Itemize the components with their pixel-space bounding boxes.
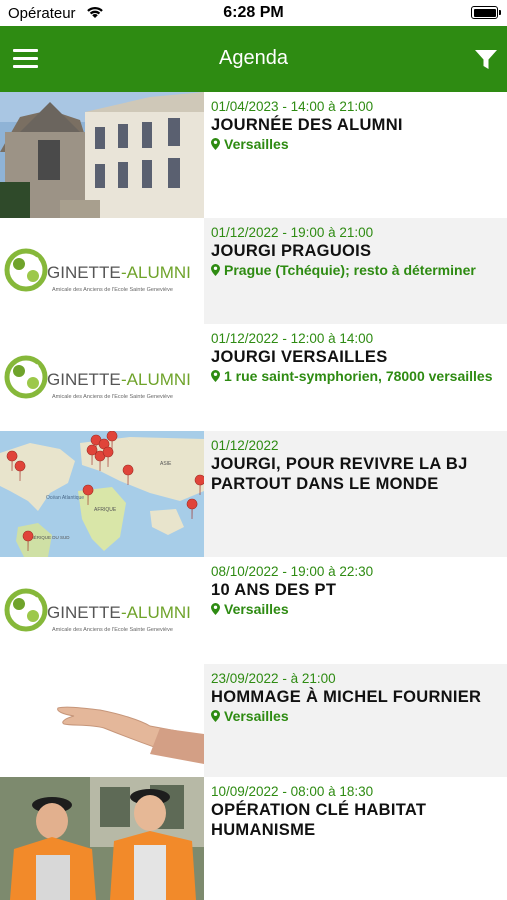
event-info: 23/09/2022 - à 21:00 HOMMAGE À MICHEL FO… — [204, 664, 507, 777]
event-row[interactable]: 23/09/2022 - à 21:00 HOMMAGE À MICHEL FO… — [0, 664, 507, 777]
event-thumbnail-building — [0, 92, 204, 218]
event-title: OPÉRATION CLÉ HABITAT HUMANISME — [211, 801, 427, 839]
page-title: Agenda — [219, 47, 288, 69]
logo-tagline: Amicale des Anciens de l'Ecole Sainte Ge… — [52, 287, 173, 293]
event-date: 23/09/2022 - à 21:00 — [211, 671, 336, 686]
event-row[interactable]: GINETTE -ALUMNI Amicale des Anciens de l… — [0, 324, 507, 431]
event-location: Versailles — [211, 602, 497, 617]
event-location-text: Versailles — [224, 708, 289, 724]
event-title: JOURGI, POUR REVIVRE LA BJ PARTOUT DANS … — [211, 455, 468, 493]
logo-name-right: -ALUMNI — [121, 263, 191, 282]
event-location-text: Versailles — [224, 136, 289, 152]
event-location-text: 1 rue saint-symphorien, 78000 versailles — [224, 368, 493, 384]
event-date: 08/10/2022 - 19:00 à 22:30 — [211, 564, 374, 579]
event-info: 01/04/2023 - 14:00 à 21:00 JOURNÉE DES A… — [204, 92, 507, 218]
map-pin-icon — [211, 710, 220, 722]
event-date: 01/12/2022 - 19:00 à 21:00 — [211, 225, 374, 240]
navigation-bar: Agenda — [0, 26, 507, 92]
event-info: 01/12/2022 - 19:00 à 21:00 JOURGI PRAGUO… — [204, 218, 507, 324]
event-row[interactable]: 01/04/2023 - 14:00 à 21:00 JOURNÉE DES A… — [0, 92, 507, 218]
event-location: Versailles — [211, 709, 497, 724]
event-row[interactable]: GINETTE -ALUMNI Amicale des Anciens de l… — [0, 218, 507, 324]
map-label-ocean: Océan Atlantique — [46, 495, 84, 501]
event-info: 01/12/2022 - 12:00 à 14:00 JOURGI VERSAI… — [204, 324, 507, 431]
event-location: Versailles — [211, 137, 497, 152]
event-thumbnail-logo: GINETTE -ALUMNI Amicale des Anciens de l… — [0, 218, 204, 324]
clock: 6:28 PM — [223, 4, 284, 21]
event-date: 10/09/2022 - 08:00 à 18:30 — [211, 784, 374, 799]
logo-tagline: Amicale des Anciens de l'Ecole Sainte Ge… — [52, 627, 173, 633]
event-date: 01/12/2022 — [211, 438, 279, 453]
event-thumbnail-logo: GINETTE -ALUMNI Amicale des Anciens de l… — [0, 324, 204, 431]
event-row[interactable]: GINETTE -ALUMNI Amicale des Anciens de l… — [0, 557, 507, 664]
map-label-africa: AFRIQUE — [94, 507, 117, 513]
logo-name-left: GINETTE — [47, 263, 121, 282]
event-location: 1 rue saint-symphorien, 78000 versailles — [211, 369, 497, 384]
event-location: Prague (Tchéquie); resto à déterminer — [211, 263, 497, 278]
event-title: JOURNÉE DES ALUMNI — [211, 116, 403, 134]
event-info: 01/12/2022 JOURGI, POUR REVIVRE LA BJ PA… — [204, 431, 507, 557]
event-thumbnail-logo: GINETTE -ALUMNI Amicale des Anciens de l… — [0, 557, 204, 664]
battery-icon — [471, 6, 501, 19]
map-label-asia: ASIE — [160, 461, 172, 467]
event-row[interactable]: 10/09/2022 - 08:00 à 18:30 OPÉRATION CLÉ… — [0, 777, 507, 900]
event-location-text: Versailles — [224, 601, 289, 617]
logo-name-left: GINETTE — [47, 603, 121, 622]
event-thumbnail-world-map: ASIE Océan Atlantique AFRIQUE AMÉRIQUE D… — [0, 431, 204, 557]
map-label-south-america: AMÉRIQUE DU SUD — [27, 534, 70, 540]
map-pin-icon — [211, 264, 220, 276]
event-date: 01/12/2022 - 12:00 à 14:00 — [211, 331, 374, 346]
filter-icon[interactable] — [475, 50, 497, 70]
map-pin-icon — [211, 138, 220, 150]
logo-name-right: -ALUMNI — [121, 603, 191, 622]
logo-name-left: GINETTE — [47, 370, 121, 389]
event-title: HOMMAGE À MICHEL FOURNIER — [211, 688, 482, 706]
event-location-text: Prague (Tchéquie); resto à déterminer — [224, 262, 476, 278]
map-pin-icon — [211, 603, 220, 615]
event-title: JOURGI VERSAILLES — [211, 348, 388, 366]
logo-tagline: Amicale des Anciens de l'Ecole Sainte Ge… — [52, 394, 173, 400]
event-title: 10 ANS DES PT — [211, 581, 337, 599]
event-date: 01/04/2023 - 14:00 à 21:00 — [211, 99, 374, 114]
event-title: JOURGI PRAGUOIS — [211, 242, 372, 260]
event-info: 10/09/2022 - 08:00 à 18:30 OPÉRATION CLÉ… — [204, 777, 507, 900]
logo-name-right: -ALUMNI — [121, 370, 191, 389]
event-thumbnail-volunteers — [0, 777, 204, 900]
map-pin-icon — [211, 370, 220, 382]
event-info: 08/10/2022 - 19:00 à 22:30 10 ANS DES PT… — [204, 557, 507, 664]
event-row[interactable]: ASIE Océan Atlantique AFRIQUE AMÉRIQUE D… — [0, 431, 507, 557]
event-thumbnail-hand — [0, 664, 204, 777]
status-bar: Opérateur 6:28 PM — [0, 0, 507, 26]
event-list: 01/04/2023 - 14:00 à 21:00 JOURNÉE DES A… — [0, 92, 507, 900]
